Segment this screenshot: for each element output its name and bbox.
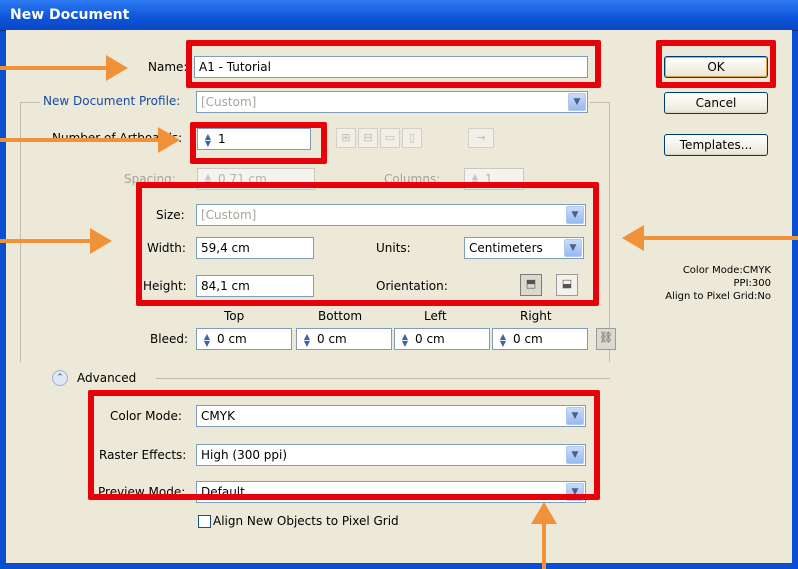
bleed-header-bottom: Bottom [318,309,363,323]
dropdown-icon[interactable]: ▼ [566,206,584,224]
arrow-size-right-head [622,225,644,251]
dialog-body: Name: A1 - Tutorial New Document Profile… [6,30,792,563]
arrow-artboards-head [158,127,180,153]
align-pixel-grid-label[interactable]: Align New Objects to Pixel Grid [213,514,399,528]
arrow-size-right-shaft [642,236,798,240]
color-mode-select[interactable]: CMYK ▼ [196,405,586,427]
dropdown-icon[interactable]: ▼ [566,407,584,425]
spin-icon[interactable]: ▲ ▼ [202,132,214,147]
dropdown-icon[interactable]: ▼ [564,239,582,257]
link-icon[interactable]: ⛓ [596,328,616,350]
group-border-right [609,102,610,362]
name-field[interactable]: A1 - Tutorial [194,56,588,78]
profile-label: New Document Profile: [43,94,181,108]
cancel-button[interactable]: Cancel [664,92,768,114]
raster-effects-value: High (300 ppi) [201,448,288,462]
size-select[interactable]: [Custom] ▼ [196,204,586,226]
units-select[interactable]: Centimeters ▼ [464,237,584,259]
grid-by-row-icon[interactable]: ⊞ [336,128,356,148]
summary-align: Align to Pixel Grid:No [665,291,771,302]
collapse-icon[interactable]: ⌃ [52,370,68,386]
width-label: Width: [147,241,186,255]
arrow-size-left-head [90,228,112,254]
dropdown-icon[interactable]: ▼ [566,483,584,501]
advanced-divider [156,378,610,379]
bleed-header-top: Top [224,309,245,323]
arrow-artboards-shaft [0,138,160,142]
raster-effects-label: Raster Effects: [99,448,187,462]
spin-icon[interactable]: ▲ ▼ [202,172,214,187]
raster-effects-select[interactable]: High (300 ppi) ▼ [196,444,586,466]
align-pixel-grid-checkbox[interactable] [198,515,211,528]
preview-mode-label: Preview Mode: [98,485,186,499]
size-label: Size: [156,208,185,222]
bleed-bottom-value: 0 cm [317,332,347,346]
arrow-name-head [106,55,128,81]
preview-mode-value: Default [201,485,245,499]
bleed-header-left: Left [424,309,447,323]
bleed-bottom-field[interactable]: ▲ ▼ 0 cm [296,328,392,350]
spacing-value: 0,71 cm [218,172,267,186]
artboards-field[interactable]: ▲ ▼ 1 [197,128,311,150]
title-bar[interactable]: New Document [0,0,798,31]
spin-icon[interactable]: ▲ ▼ [201,332,213,347]
arrange-by-column-icon[interactable]: ▯ [402,128,422,148]
columns-value: 1 [485,172,493,186]
bleed-header-right: Right [520,309,552,323]
grid-by-column-icon[interactable]: ⊟ [358,128,378,148]
preview-mode-select[interactable]: Default ▼ [196,481,586,503]
advanced-label: Advanced [77,371,137,385]
arrow-advanced-head [531,502,557,524]
spacing-label: Spacing: [124,172,176,186]
group-line-left [20,102,40,103]
color-mode-value: CMYK [201,409,235,423]
right-to-left-icon[interactable]: → [468,128,494,148]
ok-button[interactable]: OK [664,56,768,78]
size-value: [Custom] [201,208,257,222]
summary-color-mode: Color Mode:CMYK [682,265,771,276]
bleed-left-field[interactable]: ▲ ▼ 0 cm [394,328,490,350]
document-summary: Color Mode:CMYK PPI:300 Align to Pixel G… [626,264,771,303]
units-value: Centimeters [469,241,543,255]
height-field[interactable]: 84,1 cm [196,275,314,297]
name-label: Name: [148,60,188,74]
spin-icon[interactable]: ▲ ▼ [301,332,313,347]
bleed-label: Bleed: [150,332,188,346]
arrange-by-row-icon[interactable]: ▭ [380,128,400,148]
spin-icon[interactable]: ▲ ▼ [399,332,411,347]
width-field[interactable]: 59,4 cm [196,237,314,259]
height-label: Height: [143,279,187,293]
profile-value: [Custom] [201,95,257,109]
portrait-icon[interactable]: ⬒ [520,274,542,296]
bleed-right-field[interactable]: ▲ ▼ 0 cm [492,328,588,350]
bleed-top-field[interactable]: ▲ ▼ 0 cm [196,328,292,350]
summary-ppi: PPI:300 [733,278,771,289]
bleed-right-value: 0 cm [513,332,543,346]
templates-button[interactable]: Templates... [664,134,768,156]
dropdown-icon[interactable]: ▼ [566,446,584,464]
dialog-window: New Document Name: A1 - Tutorial New Doc… [0,0,798,569]
arrow-size-left-shaft [0,239,92,243]
bleed-left-value: 0 cm [415,332,445,346]
columns-label: Columns: [384,172,441,186]
arrow-advanced-shaft [542,522,546,569]
bleed-top-value: 0 cm [217,332,247,346]
columns-field[interactable]: ▲ ▼ 1 [464,168,524,190]
spin-icon[interactable]: ▲ ▼ [469,172,481,187]
landscape-icon[interactable]: ⬓ [556,274,578,296]
group-line-right [590,102,610,103]
profile-select[interactable]: [Custom] ▼ [196,91,588,113]
dropdown-icon[interactable]: ▼ [568,93,586,111]
window-title: New Document [10,7,130,23]
arrow-name-shaft [0,66,108,70]
color-mode-label: Color Mode: [110,409,182,423]
units-label: Units: [376,241,411,255]
spin-icon[interactable]: ▲ ▼ [497,332,509,347]
spacing-field[interactable]: ▲ ▼ 0,71 cm [197,168,315,190]
artboards-value: 1 [218,132,226,146]
orientation-label: Orientation: [376,279,448,293]
